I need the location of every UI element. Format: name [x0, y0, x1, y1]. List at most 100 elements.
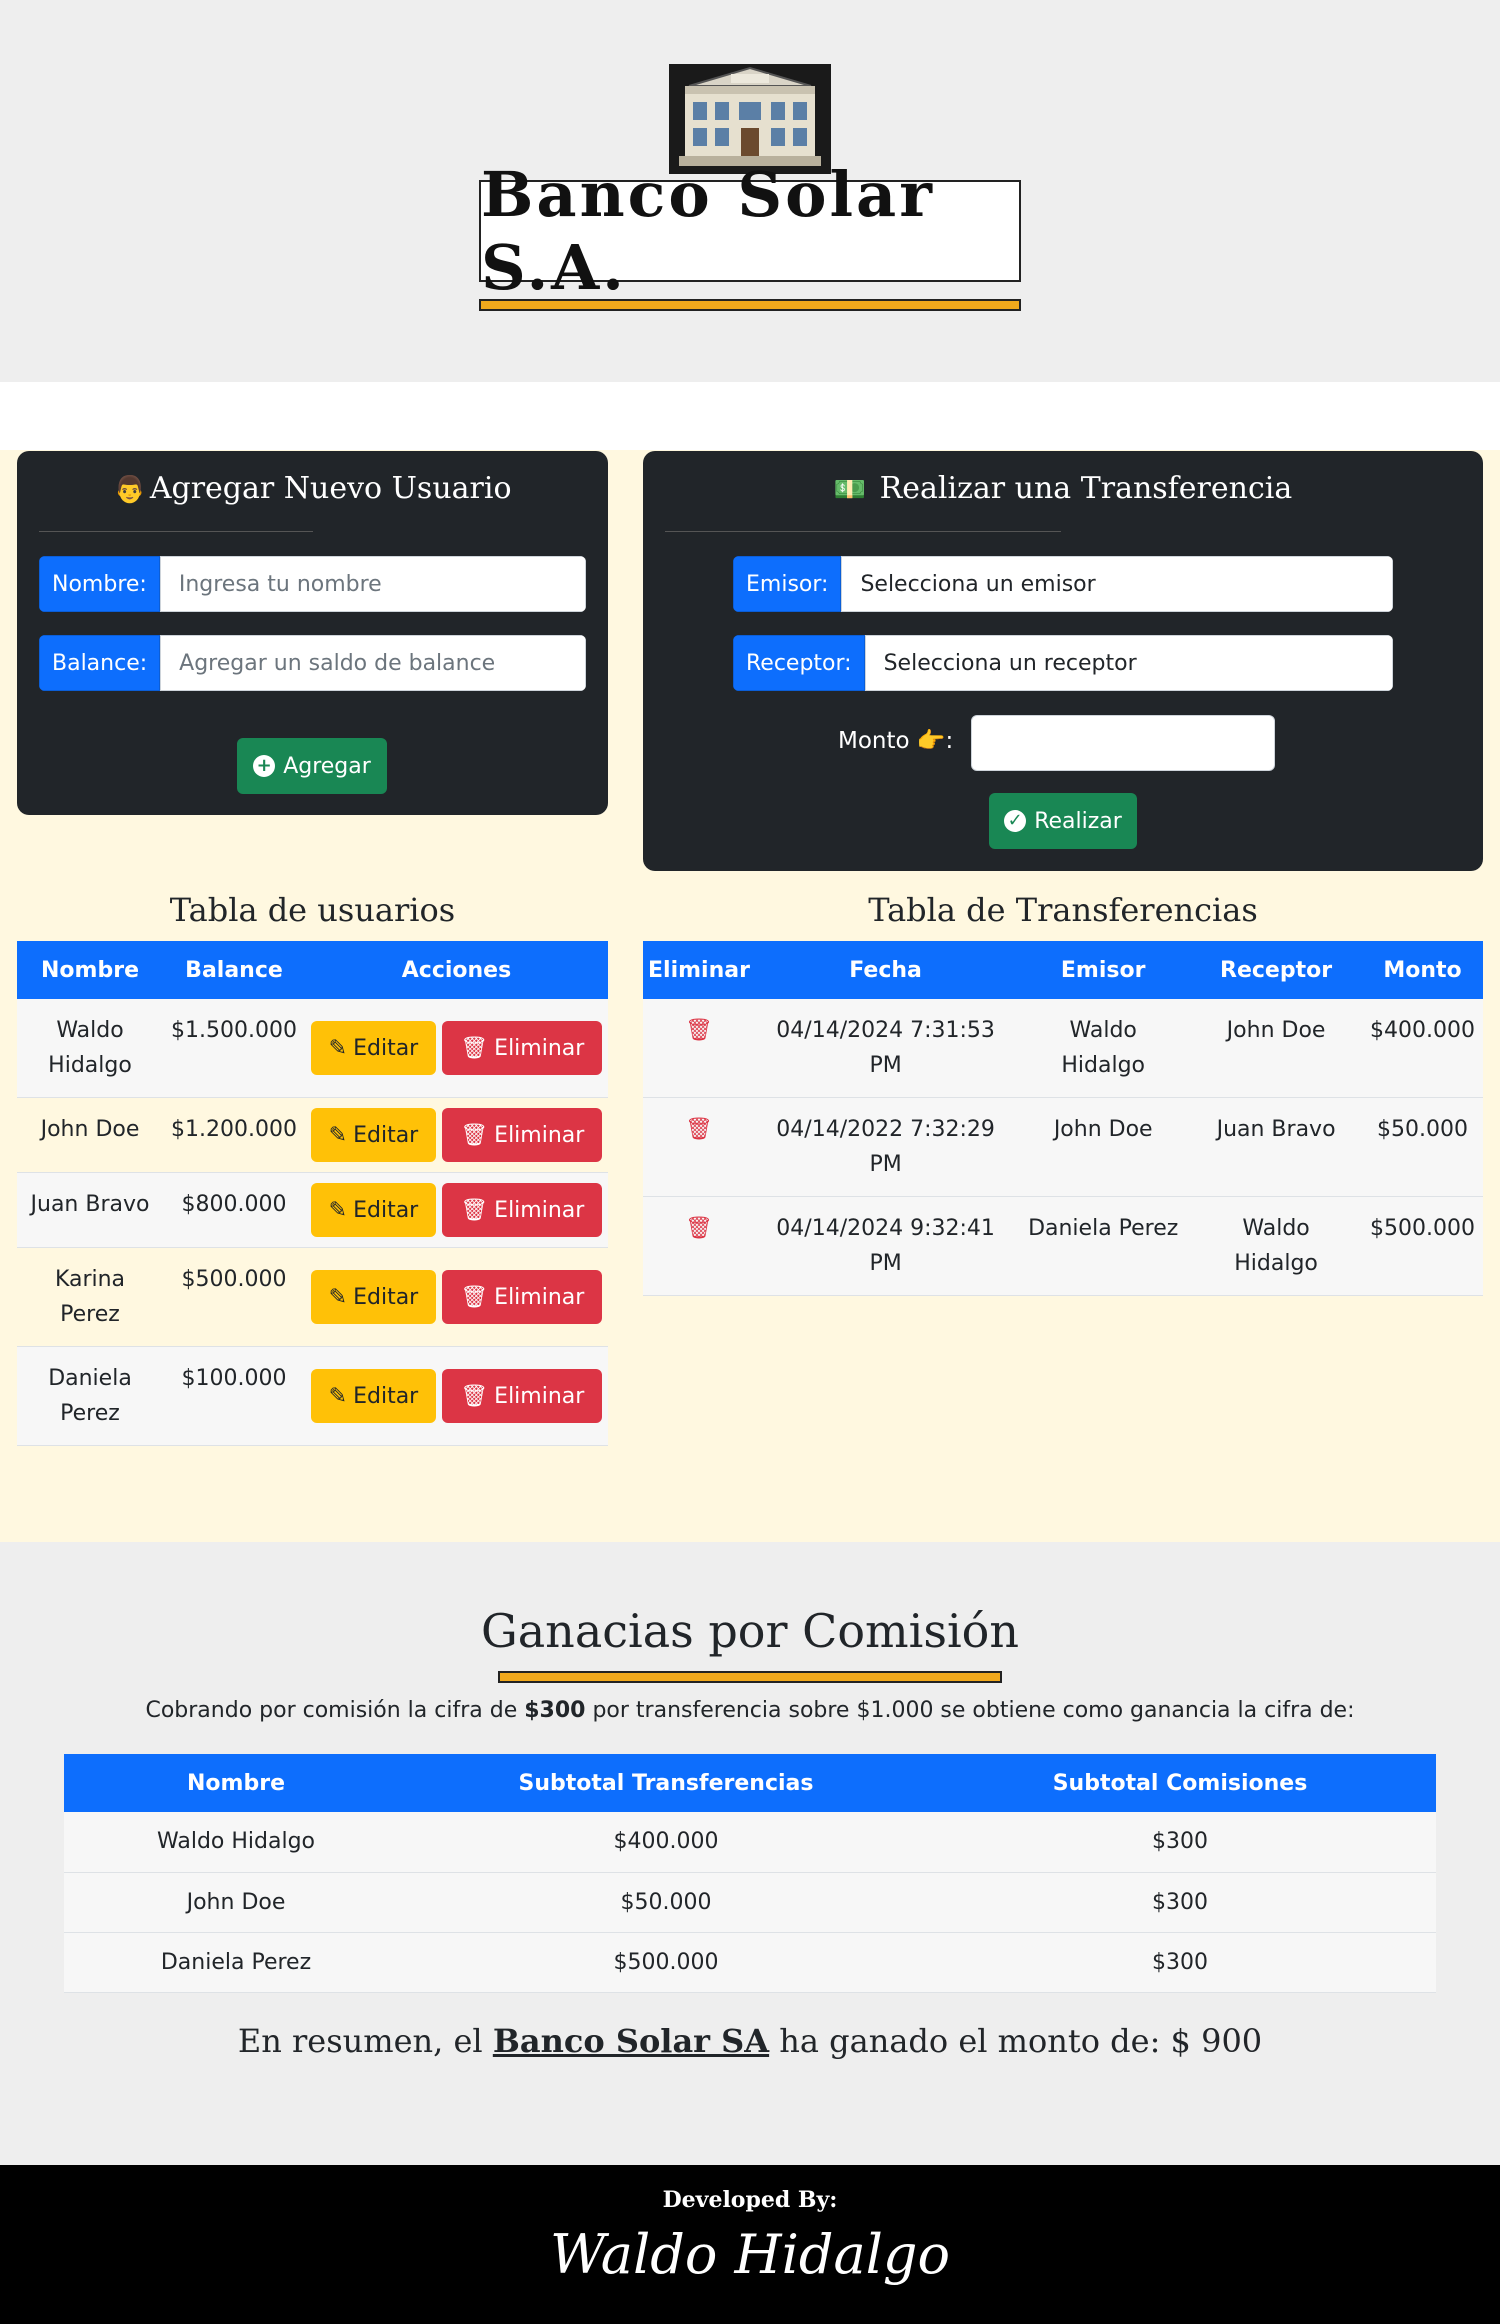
transfer-sender: Daniela Perez — [1016, 1196, 1191, 1296]
transfer-button[interactable]: ✓ Realizar — [989, 793, 1137, 849]
receiver-select-group: Receptor: Selecciona un receptor — [733, 635, 1393, 691]
edit-button[interactable]: ✎ Editar — [310, 1108, 437, 1162]
row-actions: ✎ Editar 🗑 Eliminar — [304, 999, 608, 1098]
add-user-title: 👨 Agregar Nuevo Usuario — [113, 471, 512, 506]
column-header: Nombre — [64, 1754, 408, 1812]
table-row: John Doe $50.000 $300 — [64, 1872, 1436, 1933]
delete-button[interactable]: 🗑 Eliminar — [442, 1021, 603, 1075]
commission-subtotal: $50.000 — [408, 1872, 924, 1933]
pencil-icon: ✎ — [328, 1035, 348, 1061]
transfer-amount: $500.000 — [1362, 1196, 1483, 1296]
transfer-panel: 💵 Realizar una Transferencia Emisor: Sel… — [643, 451, 1483, 871]
transfers-table: Eliminar Fecha Emisor Receptor Monto 🗑 0… — [643, 941, 1483, 1296]
name-label: Nombre: — [39, 556, 160, 612]
developed-by-label: Developed By: — [662, 2187, 838, 2213]
balance-label: Balance: — [39, 635, 161, 691]
edit-button[interactable]: ✎ Editar — [310, 1270, 437, 1324]
user-balance: $800.000 — [163, 1172, 305, 1248]
transfer-date: 04/14/2024 7:31:53 PM — [754, 999, 1017, 1098]
delete-transfer-cell: 🗑 — [643, 999, 755, 1098]
check-circle-icon: ✓ — [1004, 810, 1027, 832]
panel-divider — [665, 531, 1061, 532]
delete-button[interactable]: 🗑 Eliminar — [442, 1183, 603, 1237]
commission-table: Nombre Subtotal Transferencias Subtotal … — [64, 1754, 1436, 1993]
table-row: Waldo Hidalgo $400.000 $300 — [64, 1812, 1436, 1873]
balance-input[interactable]: Agregar un saldo de balance — [160, 635, 586, 691]
add-user-button[interactable]: + Agregar — [237, 738, 387, 794]
delete-button[interactable]: 🗑 Eliminar — [442, 1369, 603, 1423]
trash-icon[interactable]: 🗑 — [685, 1018, 713, 1043]
name-input[interactable]: Ingresa tu nombre — [159, 556, 586, 612]
amount-input[interactable] — [971, 715, 1275, 771]
sender-label: Emisor: — [733, 556, 842, 612]
transfers-table-title: Tabla de Transferencias — [868, 891, 1258, 929]
column-header: Eliminar — [643, 941, 755, 999]
table-row: Waldo Hidalgo $1.500.000 ✎ Editar 🗑 Elimina… — [17, 999, 608, 1098]
user-balance: $100.000 — [163, 1346, 305, 1446]
commission-name: John Doe — [64, 1872, 408, 1933]
commission-subtotal: $400.000 — [408, 1812, 924, 1873]
users-table-title: Tabla de usuarios — [169, 891, 456, 929]
user-balance: $1.200.000 — [163, 1097, 305, 1173]
trash-icon: 🗑 — [460, 1284, 489, 1310]
table-row: 🗑 04/14/2022 7:32:29 PM John Doe Juan Br… — [643, 1097, 1483, 1197]
user-name: Waldo Hidalgo — [17, 999, 163, 1098]
commission-name: Waldo Hidalgo — [64, 1812, 408, 1873]
column-header: Fecha — [754, 941, 1017, 999]
trash-icon: 🗑 — [460, 1122, 489, 1148]
sender-select-group: Emisor: Selecciona un emisor — [733, 556, 1393, 612]
money-icon: 💵 — [833, 475, 867, 505]
transfer-receiver: Waldo Hidalgo — [1190, 1196, 1363, 1296]
commission-name: Daniela Perez — [64, 1932, 408, 1993]
table-row: Karina Perez $500.000 ✎ Editar 🗑 Eliminar — [17, 1247, 608, 1347]
delete-button[interactable]: 🗑 Eliminar — [442, 1270, 603, 1324]
pointing-hand-icon: 👉 — [916, 728, 946, 754]
trash-icon[interactable]: 🗑 — [685, 1117, 713, 1142]
trash-icon[interactable]: 🗑 — [685, 1216, 713, 1241]
user-balance: $1.500.000 — [163, 999, 305, 1098]
delete-button[interactable]: 🗑 Eliminar — [442, 1108, 603, 1162]
balance-input-group: Balance: Agregar un saldo de balance — [39, 635, 586, 691]
trash-icon: 🗑 — [460, 1383, 489, 1409]
trash-icon: 🗑 — [460, 1035, 489, 1061]
delete-transfer-cell: 🗑 — [643, 1097, 755, 1197]
row-actions: ✎ Editar 🗑 Eliminar — [304, 1346, 608, 1446]
user-icon: 👨 — [113, 475, 146, 505]
brand-link[interactable]: Banco Solar SA — [493, 2022, 769, 2060]
edit-button[interactable]: ✎ Editar — [310, 1021, 437, 1075]
column-header: Nombre — [17, 941, 163, 999]
table-row: Daniela Perez $100.000 ✎ Editar 🗑 Eliminar — [17, 1346, 608, 1446]
edit-button[interactable]: ✎ Editar — [310, 1369, 437, 1423]
user-balance: $500.000 — [163, 1247, 305, 1347]
column-header: Subtotal Transferencias — [408, 1754, 924, 1812]
commission-description: Cobrando por comisión la cifra de $300 p… — [145, 1698, 1355, 1723]
transfer-title: 💵 Realizar una Transferencia — [833, 471, 1293, 506]
pencil-icon: ✎ — [328, 1383, 348, 1409]
sender-select[interactable]: Selecciona un emisor — [841, 556, 1393, 612]
transfer-receiver: John Doe — [1190, 999, 1363, 1098]
pencil-icon: ✎ — [328, 1197, 348, 1223]
column-header: Receptor — [1190, 941, 1363, 999]
edit-button[interactable]: ✎ Editar — [310, 1183, 437, 1237]
commission-value: $300 — [924, 1932, 1436, 1993]
users-table: Nombre Balance Acciones Waldo Hidalgo $1… — [17, 941, 608, 1446]
commission-summary: En resumen, el Banco Solar SA ha ganado … — [237, 2022, 1263, 2060]
user-name: Juan Bravo — [17, 1172, 163, 1248]
transfer-amount: $50.000 — [1362, 1097, 1483, 1197]
row-actions: ✎ Editar 🗑 Eliminar — [304, 1247, 608, 1347]
commission-underline — [498, 1671, 1002, 1683]
table-row: 🗑 04/14/2024 9:32:41 PM Daniela Perez Wa… — [643, 1196, 1483, 1296]
row-actions: ✎ Editar 🗑 Eliminar — [304, 1097, 608, 1173]
user-name: John Doe — [17, 1097, 163, 1173]
delete-transfer-cell: 🗑 — [643, 1196, 755, 1296]
transfer-date: 04/14/2024 9:32:41 PM — [754, 1196, 1017, 1296]
add-user-panel: 👨 Agregar Nuevo Usuario Nombre: Ingresa t… — [17, 451, 608, 815]
commission-value: $300 — [924, 1812, 1436, 1873]
receiver-label: Receptor: — [733, 635, 865, 691]
column-header: Emisor — [1016, 941, 1191, 999]
name-input-group: Nombre: Ingresa tu nombre — [39, 556, 586, 612]
title-underline — [479, 299, 1021, 311]
receiver-select[interactable]: Selecciona un receptor — [864, 635, 1393, 691]
trash-icon: 🗑 — [460, 1197, 489, 1223]
column-header: Balance — [163, 941, 305, 999]
